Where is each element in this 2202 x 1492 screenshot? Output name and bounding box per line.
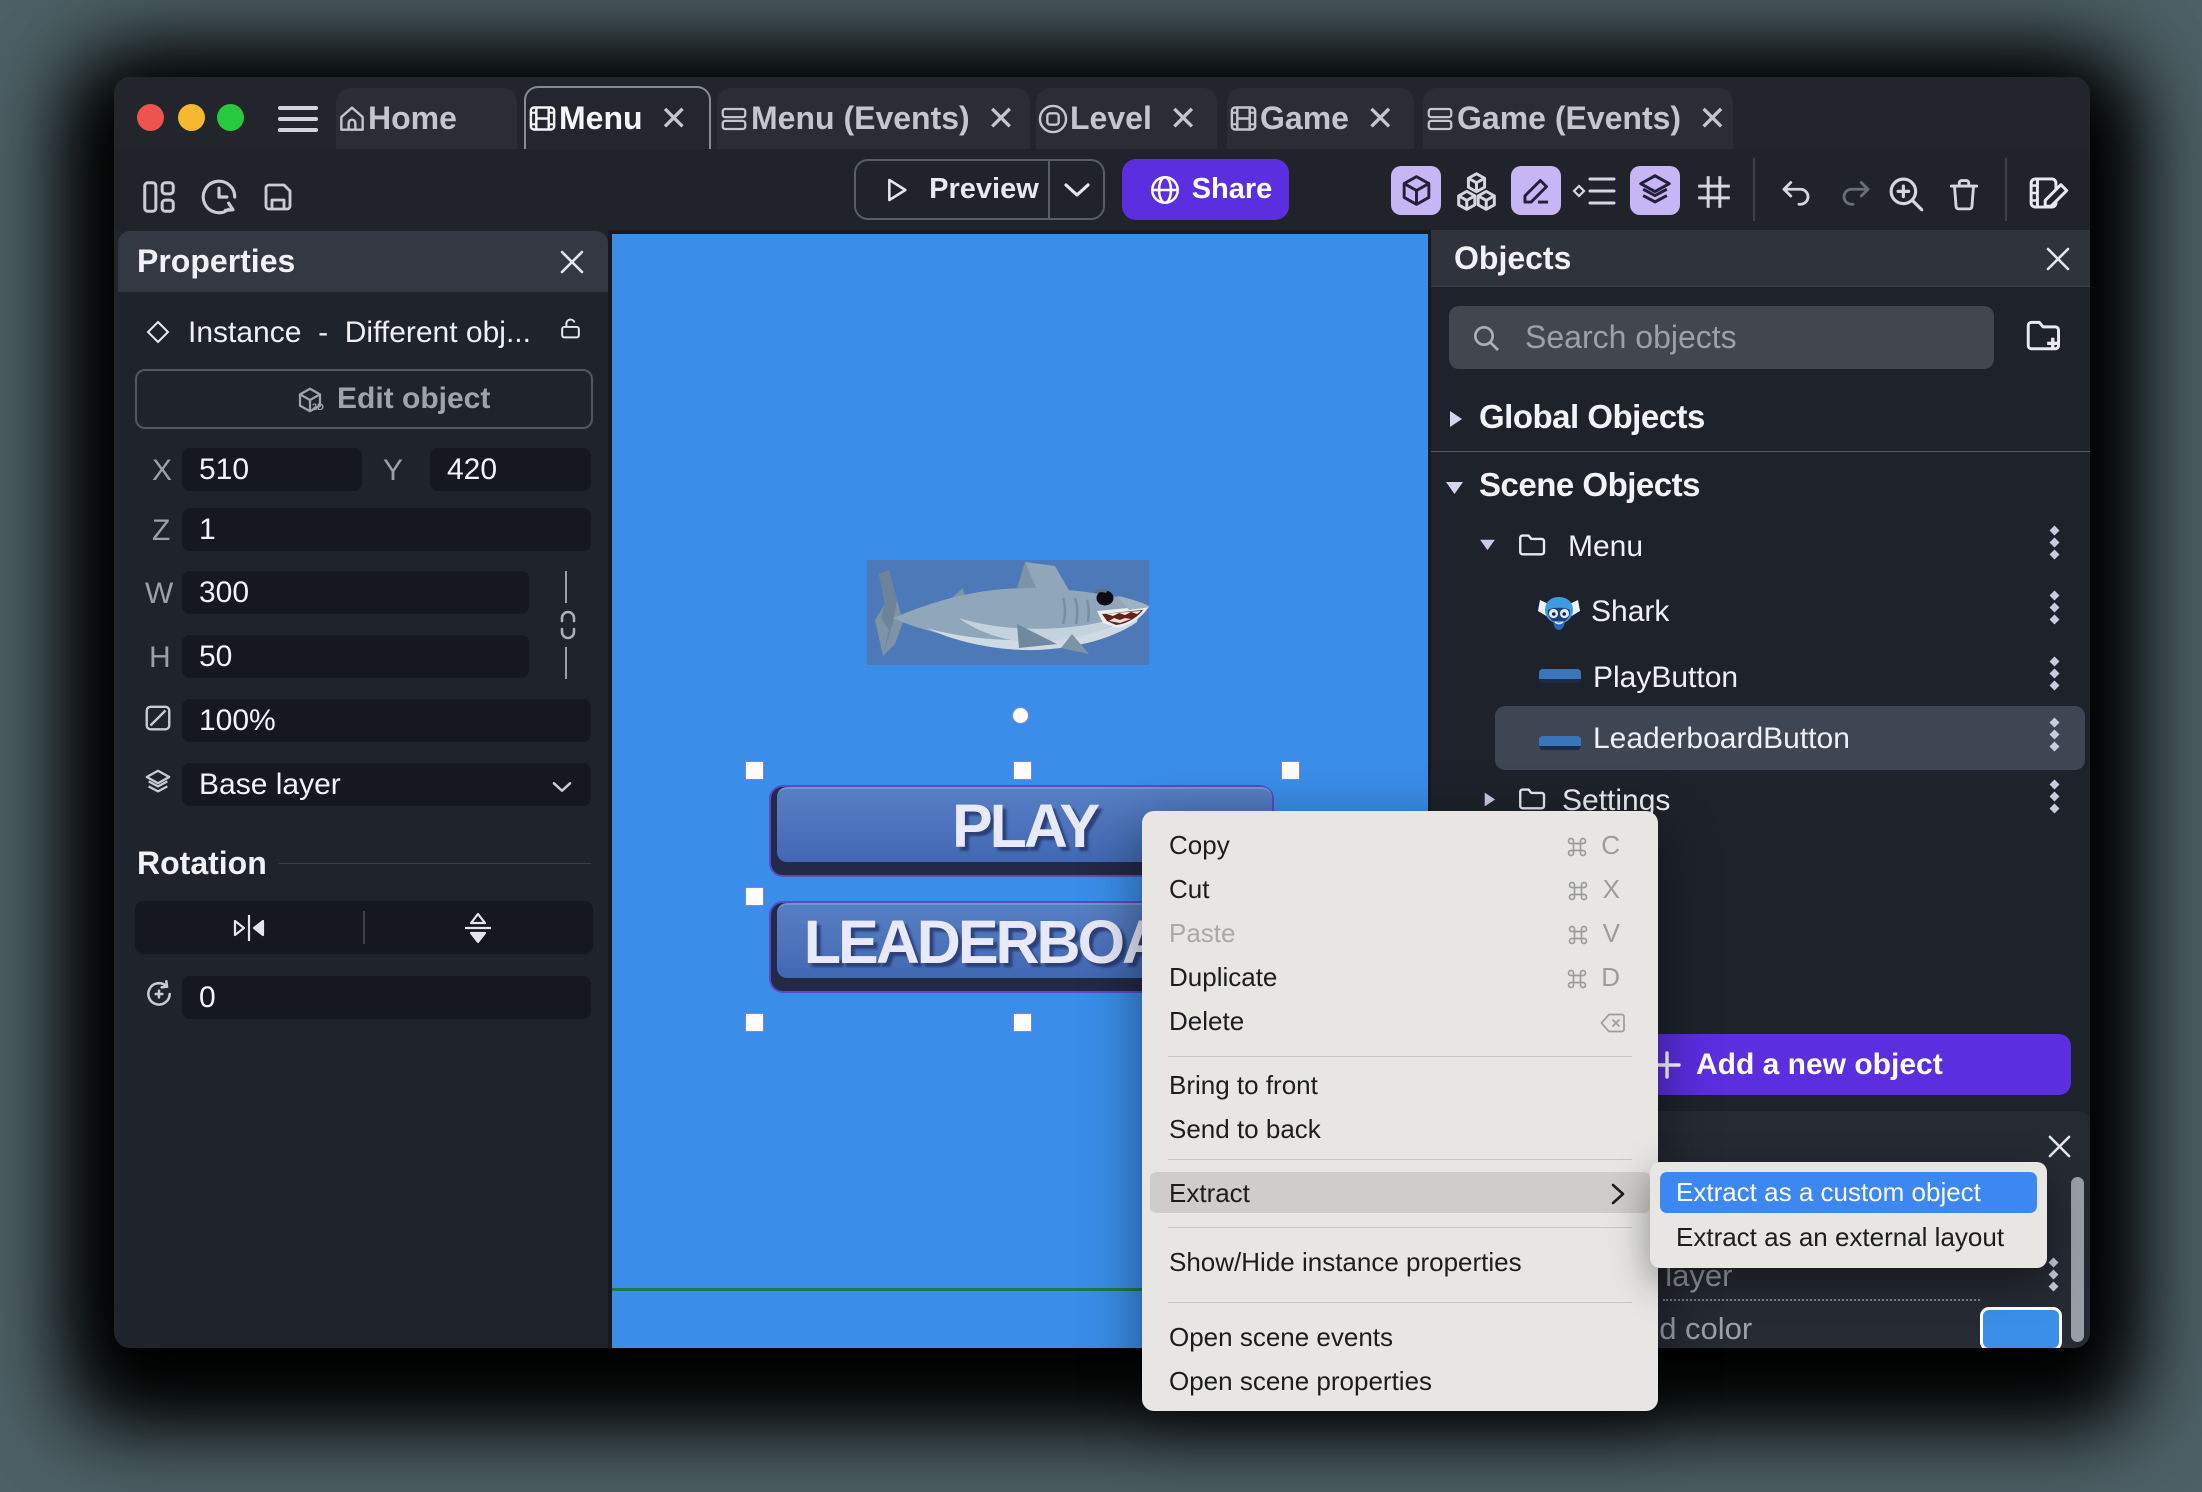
svg-text:2D: 2D (312, 402, 324, 412)
